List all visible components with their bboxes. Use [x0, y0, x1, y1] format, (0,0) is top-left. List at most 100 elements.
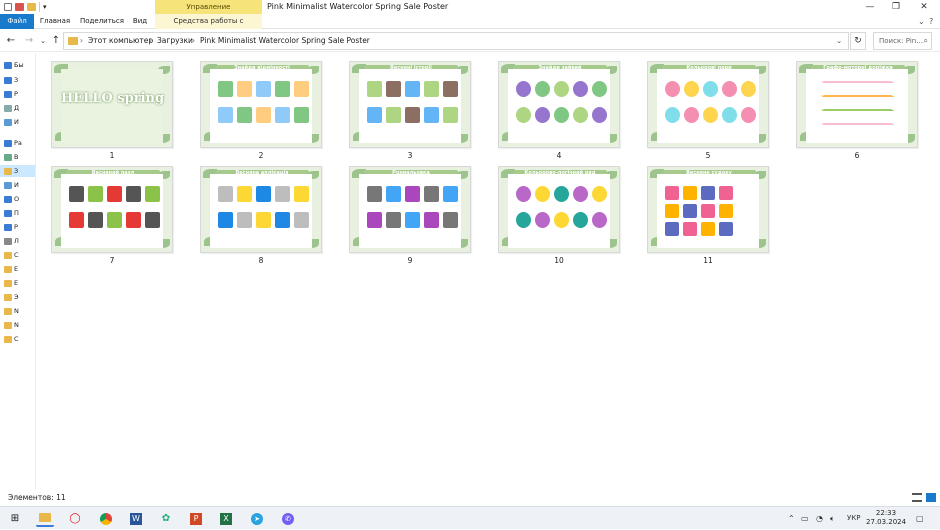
file-name[interactable]: 4	[498, 151, 620, 160]
minimize-button[interactable]: —	[856, 0, 884, 14]
search-input[interactable]: Поиск: Pin... ⌕	[873, 32, 932, 50]
sidebar-item[interactable]: Д	[4, 102, 19, 114]
sidebar-item[interactable]: Л	[4, 235, 19, 247]
thumbnail-content-cell	[294, 107, 309, 123]
sidebar-item[interactable]: N	[4, 305, 19, 317]
customize-toolbar-icon[interactable]: ▾	[43, 3, 47, 11]
sidebar-item[interactable]: C	[4, 249, 19, 261]
properties-icon[interactable]	[4, 3, 12, 11]
address-dropdown-icon[interactable]: ⌄	[836, 33, 842, 49]
sidebar-item[interactable]: Э	[4, 291, 19, 303]
show-hidden-icons-icon[interactable]: ⌃	[788, 507, 795, 530]
checkmark-icon[interactable]	[15, 3, 24, 11]
image-thumbnail[interactable]: Знайди зайвий	[498, 61, 620, 148]
file-name[interactable]: 9	[349, 256, 471, 265]
sidebar-item[interactable]: И	[4, 116, 19, 128]
sidebar-item[interactable]: E	[4, 277, 18, 289]
worksheet-page	[210, 69, 312, 143]
thumbnail-content-cell	[386, 212, 401, 228]
recent-locations-chevron-icon[interactable]: ⌄	[36, 33, 50, 49]
tab-view[interactable]: Вид	[130, 14, 150, 29]
file-name[interactable]: 6	[796, 151, 918, 160]
large-icons-view-icon[interactable]	[926, 493, 936, 502]
forward-arrow-icon[interactable]: →	[22, 33, 36, 49]
sidebar-item[interactable]: О	[4, 193, 19, 205]
language-indicator[interactable]: УКР	[847, 507, 860, 530]
picture-icon	[4, 181, 12, 189]
close-button[interactable]: ✕	[910, 0, 938, 14]
opera-icon[interactable]: ◯	[66, 510, 84, 527]
file-name[interactable]: 7	[51, 256, 173, 265]
file-name[interactable]: 10	[498, 256, 620, 265]
sidebar-item[interactable]: З	[0, 165, 35, 177]
breadcrumb-separator-icon[interactable]: ›	[149, 33, 152, 49]
maximize-button[interactable]: ❐	[882, 0, 910, 14]
address-bar[interactable]: › Этот компьютер › Загрузки › Pink Minim…	[63, 32, 849, 50]
image-thumbnail[interactable]: Весняний пазл	[51, 166, 173, 253]
chevron-down-icon[interactable]: ⌄	[918, 14, 925, 29]
refresh-button[interactable]: ↻	[850, 32, 866, 50]
image-thumbnail[interactable]: Весняні історії	[349, 61, 471, 148]
viber-icon[interactable]: ✆	[279, 510, 297, 527]
breadcrumb-separator-icon[interactable]: ›	[80, 33, 83, 49]
sidebar-item[interactable]: В	[4, 151, 18, 163]
file-explorer-icon[interactable]	[36, 510, 54, 527]
thumbnail-content-cell	[256, 107, 271, 123]
tab-file[interactable]: Файл	[0, 14, 34, 29]
sidebar-item-label: О	[14, 195, 20, 203]
file-name[interactable]: 5	[647, 151, 769, 160]
thumbnail-title: HELLO spring	[61, 91, 165, 106]
sidebar-item[interactable]: П	[4, 207, 19, 219]
toolbar-divider	[39, 2, 40, 12]
app-icon[interactable]: ✿	[157, 510, 175, 527]
tab-home[interactable]: Главная	[38, 14, 72, 29]
breadcrumb-downloads[interactable]: Загрузки	[157, 33, 193, 49]
breadcrumb-current-folder[interactable]: Pink Minimalist Watercolor Spring Sale P…	[200, 33, 370, 49]
sidebar-item[interactable]: C	[4, 333, 19, 345]
clock[interactable]: 22:33 27.03.2024	[866, 509, 906, 527]
up-arrow-icon[interactable]: ↑	[49, 33, 63, 49]
windows-start-icon[interactable]: ⊞	[6, 510, 24, 527]
powerpoint-icon[interactable]: P	[187, 510, 205, 527]
file-name[interactable]: 2	[200, 151, 322, 160]
file-name[interactable]: 3	[349, 151, 471, 160]
chrome-icon[interactable]	[97, 510, 115, 527]
image-thumbnail[interactable]: Кольорово-логічний ряд	[498, 166, 620, 253]
volume-icon[interactable]: 🔈︎	[830, 507, 835, 530]
file-name[interactable]: 8	[200, 256, 322, 265]
image-thumbnail[interactable]: Розмальовка	[349, 166, 471, 253]
search-placeholder: Поиск: Pin...	[879, 37, 923, 45]
sidebar-item[interactable]: E	[4, 263, 18, 275]
sidebar-item-label: З	[14, 167, 19, 175]
sidebar-item[interactable]: З	[4, 74, 18, 86]
telegram-icon[interactable]: ➤	[248, 510, 266, 527]
sidebar-item[interactable]: Р	[4, 221, 18, 233]
breadcrumb-this-pc[interactable]: Этот компьютер	[88, 33, 153, 49]
file-name[interactable]: 1	[51, 151, 173, 160]
word-icon[interactable]: W	[127, 510, 145, 527]
back-arrow-icon[interactable]: ←	[4, 33, 18, 49]
sidebar-item[interactable]: Р	[4, 88, 18, 100]
image-thumbnail[interactable]: Весняне судоку	[647, 166, 769, 253]
image-thumbnail[interactable]: Весняна аплікація	[200, 166, 322, 253]
details-view-icon[interactable]	[912, 493, 922, 502]
excel-icon[interactable]: X	[217, 510, 235, 527]
help-icon[interactable]: ?	[929, 14, 933, 29]
sidebar-item[interactable]: Ра	[4, 137, 22, 149]
navigation-pane[interactable]: Бы З Р Д И Ра В З И О П Р Л C E E Э N N C	[0, 53, 36, 489]
image-thumbnail[interactable]: Кольорові пари	[647, 61, 769, 148]
image-thumbnail[interactable]: HELLO spring	[51, 61, 173, 148]
battery-icon[interactable]: ▭	[801, 507, 809, 530]
sidebar-item[interactable]: И	[4, 179, 19, 191]
tab-share[interactable]: Поделиться	[80, 14, 124, 29]
notifications-icon[interactable]: ▢	[916, 507, 924, 530]
breadcrumb-separator-icon[interactable]: ›	[192, 33, 195, 49]
tab-picture-tools[interactable]: Средства работы с рисунками	[155, 14, 262, 40]
image-thumbnail[interactable]: Графо-моторні доріжки	[796, 61, 918, 148]
file-name[interactable]: 11	[647, 256, 769, 265]
sidebar-item[interactable]: Бы	[4, 59, 24, 71]
image-thumbnail[interactable]: Знайди відмінності	[200, 61, 322, 148]
new-folder-icon[interactable]	[27, 3, 36, 11]
network-icon[interactable]: ◔	[816, 507, 823, 530]
sidebar-item[interactable]: N	[4, 319, 19, 331]
